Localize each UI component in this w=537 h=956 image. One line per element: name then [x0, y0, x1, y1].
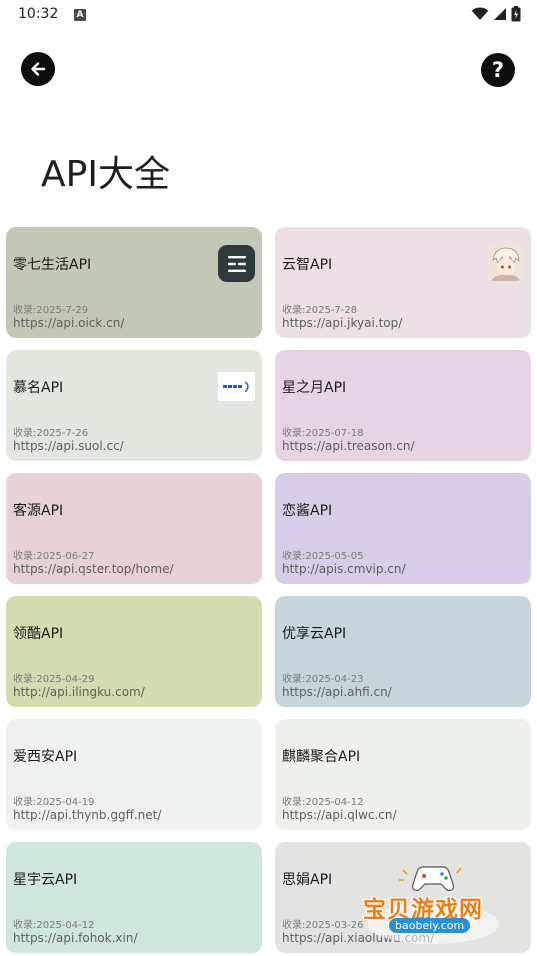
- card-date: 收录:2025-05-05: [282, 551, 364, 562]
- site-logo-icon: [218, 372, 255, 401]
- arrow-left-icon: [31, 62, 46, 76]
- card-title: 爱西安API: [13, 749, 78, 765]
- back-button[interactable]: [21, 52, 55, 86]
- notification-a-icon: A: [74, 9, 86, 21]
- cell-signal-icon: [494, 8, 506, 20]
- card-title: 优享云API: [282, 626, 347, 642]
- menu-icon: [218, 245, 255, 282]
- card-url: https://api.qlwc.cn/: [282, 808, 397, 822]
- card-title: 零七生活API: [13, 257, 92, 273]
- card-url: https://api.suol.cc/: [13, 439, 124, 453]
- anime-avatar-icon: [487, 244, 524, 281]
- api-card[interactable]: 星之月API 收录:2025-07-18 https://api.treason…: [275, 350, 531, 461]
- status-icons: [471, 6, 521, 22]
- card-title: 麒麟聚合API: [282, 749, 361, 765]
- api-card-grid: 零七生活API 收录:2025-7-29 https://api.oick.cn…: [6, 227, 531, 953]
- card-title: 云智API: [282, 257, 333, 273]
- card-date: 收录:2025-03-26: [282, 920, 364, 931]
- card-date: 收录:2025-7-29: [13, 305, 89, 316]
- card-date: 收录:2025-04-23: [282, 674, 364, 685]
- card-url: https://api.qster.top/home/: [13, 562, 174, 576]
- card-title: 领酷API: [13, 626, 64, 642]
- watermark-domain: baobeiy.com: [389, 918, 471, 933]
- api-card[interactable]: 领酷API 收录:2025-04-29 http://api.ilingku.c…: [6, 596, 262, 707]
- card-date: 收录:2025-7-28: [282, 305, 358, 316]
- api-card[interactable]: 优享云API 收录:2025-04-23 https://api.ahfi.cn…: [275, 596, 531, 707]
- card-date: 收录:2025-07-18: [282, 428, 364, 439]
- card-date: 收录:2025-7-26: [13, 428, 89, 439]
- card-date: 收录:2025-04-19: [13, 797, 95, 808]
- card-url: http://apis.cmvip.cn/: [282, 562, 406, 576]
- card-title: 客源API: [13, 503, 64, 519]
- status-bar: 10:32 A: [0, 0, 537, 32]
- card-title: 星之月API: [282, 380, 347, 396]
- card-date: 收录:2025-04-12: [282, 797, 364, 808]
- api-card[interactable]: 云智API 收录:2025-7-28 https://api.jkyai.top…: [275, 227, 531, 338]
- card-date: 收录:2025-04-29: [13, 674, 95, 685]
- card-url: https://api.treason.cn/: [282, 439, 415, 453]
- card-url: http://api.thynb.ggff.net/: [13, 808, 162, 822]
- card-url: http://api.ilingku.com/: [13, 685, 145, 699]
- card-title: 思娟API: [282, 872, 333, 888]
- card-url: https://api.jkyai.top/: [282, 316, 403, 330]
- api-card[interactable]: 慕名API 收录:2025-7-26 https://api.suol.cc/: [6, 350, 262, 461]
- battery-icon: [511, 6, 521, 22]
- wifi-icon: [471, 7, 489, 20]
- help-button[interactable]: ?: [481, 53, 515, 87]
- status-time: 10:32: [18, 6, 59, 22]
- watermark: 宝贝游戏网 baobeiy.com: [361, 862, 501, 948]
- card-url: https://api.ahfi.cn/: [282, 685, 392, 699]
- card-date: 收录:2025-06-27: [13, 551, 95, 562]
- card-title: 星宇云API: [13, 872, 78, 888]
- card-title: 慕名API: [13, 380, 64, 396]
- api-card[interactable]: 爱西安API 收录:2025-04-19 http://api.thynb.gg…: [6, 719, 262, 830]
- api-card[interactable]: 麒麟聚合API 收录:2025-04-12 https://api.qlwc.c…: [275, 719, 531, 830]
- api-card[interactable]: 恋酱API 收录:2025-05-05 http://apis.cmvip.cn…: [275, 473, 531, 584]
- page-title: API大全: [41, 154, 170, 195]
- api-card[interactable]: 客源API 收录:2025-06-27 https://api.qster.to…: [6, 473, 262, 584]
- api-card[interactable]: 星宇云API 收录:2025-04-12 https://api.fohok.x…: [6, 842, 262, 953]
- question-icon: ?: [491, 57, 505, 82]
- card-date: 收录:2025-04-12: [13, 920, 95, 931]
- api-card[interactable]: 零七生活API 收录:2025-7-29 https://api.oick.cn…: [6, 227, 262, 338]
- card-title: 恋酱API: [282, 503, 333, 519]
- card-url: https://api.fohok.xin/: [13, 931, 138, 945]
- card-url: https://api.oick.cn/: [13, 316, 125, 330]
